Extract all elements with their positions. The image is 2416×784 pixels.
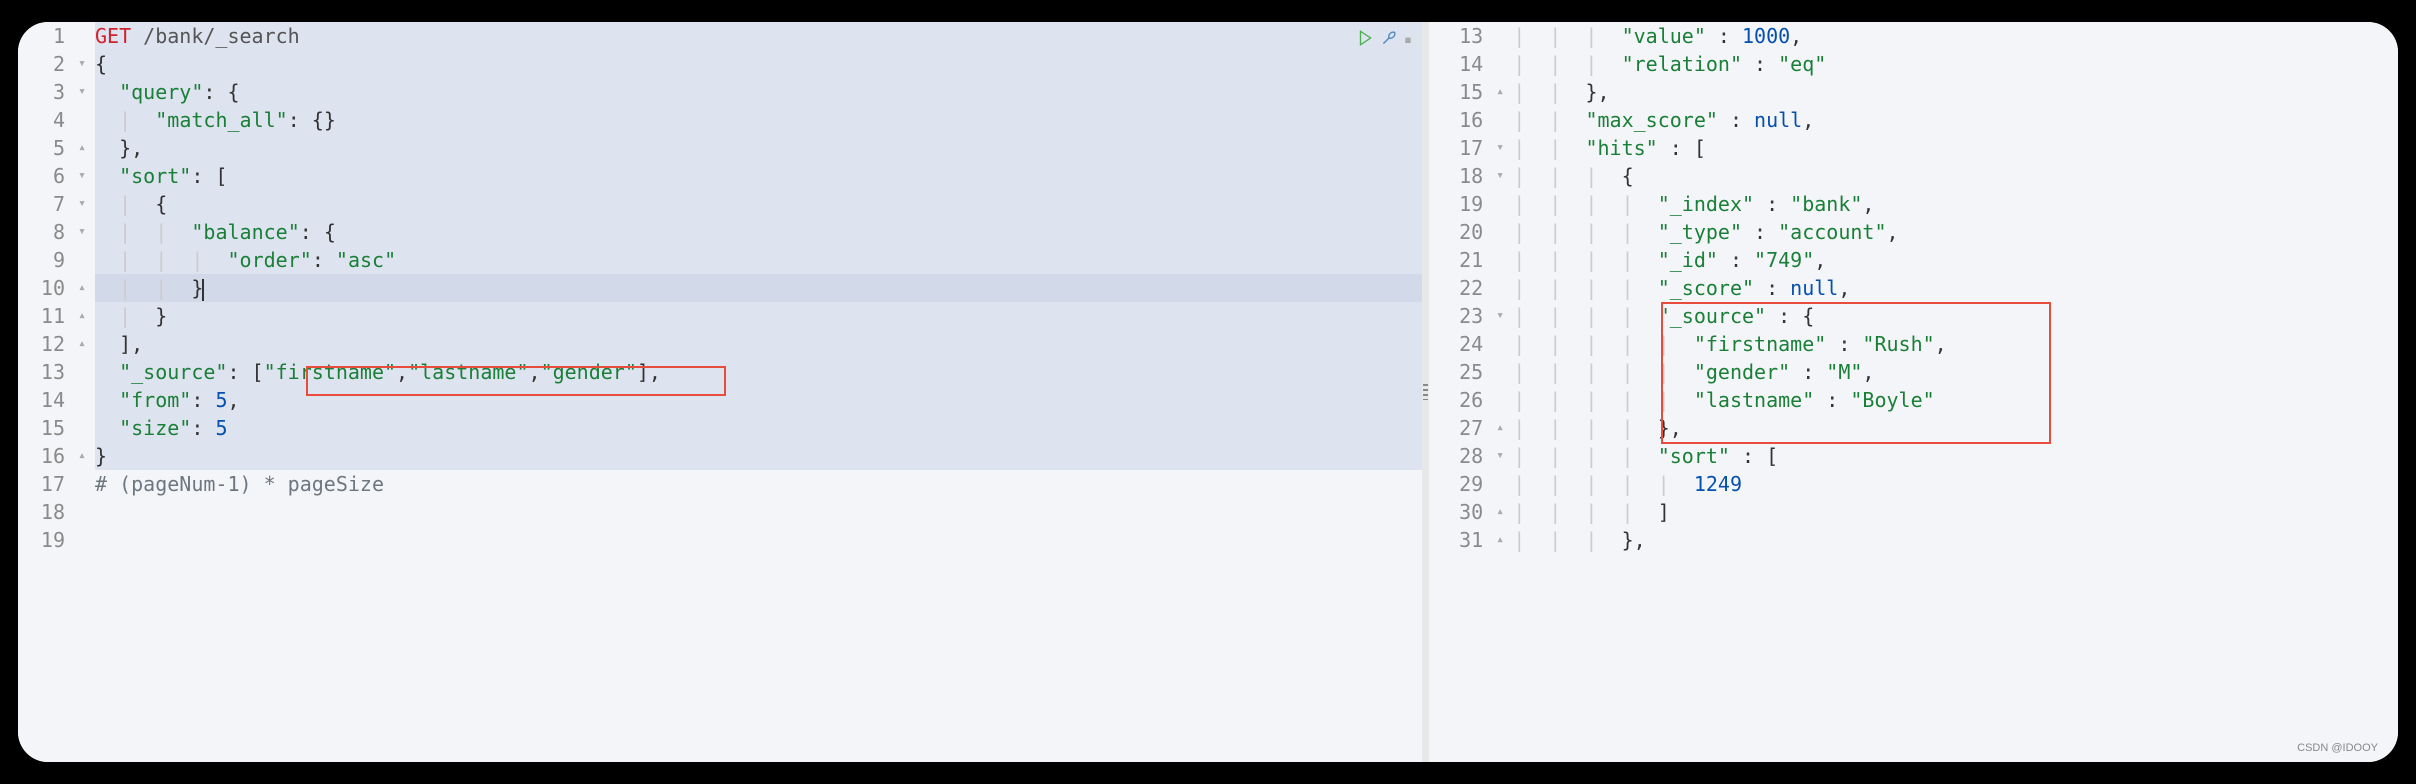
code-line[interactable]: | | | | "sort" : [ [1513, 442, 2398, 470]
code-line[interactable]: | | | }, [1513, 526, 2398, 554]
action-toolbar: ▪ [1356, 28, 1412, 52]
editor-container: 1 2 3 4 5 6 7 8 9 10 11 12 13 14 15 16 1… [18, 22, 2398, 762]
response-code[interactable]: | | | "value" : 1000, | | | "relation" :… [1509, 22, 2398, 762]
response-pane: 13 14 15 16 17 18 19 20 21 22 23 24 25 2… [1429, 22, 2398, 762]
line-gutter-right: 13 14 15 16 17 18 19 20 21 22 23 24 25 2… [1429, 22, 1491, 762]
code-line[interactable]: | | "balance": { [95, 218, 1422, 246]
code-line[interactable]: ], [95, 330, 1422, 358]
code-line[interactable]: "_source": ["firstname","lastname","gend… [95, 358, 1422, 386]
code-line[interactable]: | | | | "_source" : { [1513, 302, 2398, 330]
fold-column-right[interactable]: ▴ ▾ ▾ ▾ ▴ ▾ ▴ ▴ [1491, 22, 1509, 762]
code-line-active[interactable]: | | } [95, 274, 1422, 302]
code-line[interactable]: | | | | ] [1513, 498, 2398, 526]
code-line[interactable]: | | "hits" : [ [1513, 134, 2398, 162]
code-line[interactable]: | | | | }, [1513, 414, 2398, 442]
code-line[interactable]: | | | | "_score" : null, [1513, 274, 2398, 302]
run-icon[interactable] [1356, 28, 1374, 52]
code-line[interactable]: | | | | | "gender" : "M", [1513, 358, 2398, 386]
code-line[interactable]: | | }, [1513, 78, 2398, 106]
request-code[interactable]: ▪ GET /bank/_search { "query": { | "matc… [91, 22, 1422, 762]
code-line[interactable]: | | | "relation" : "eq" [1513, 50, 2398, 78]
code-line[interactable] [95, 498, 1422, 526]
wrench-icon[interactable] [1380, 28, 1398, 52]
code-line[interactable]: | { [95, 190, 1422, 218]
code-line[interactable]: "size": 5 [95, 414, 1422, 442]
fold-column-left[interactable]: ▾ ▾ ▴ ▾ ▾ ▾ ▴ ▴ ▴ ▴ [73, 22, 91, 762]
code-line[interactable]: | | | "order": "asc" [95, 246, 1422, 274]
code-line[interactable]: GET /bank/_search [95, 22, 1422, 50]
code-line[interactable]: | } [95, 302, 1422, 330]
code-line[interactable]: | | | | | "lastname" : "Boyle" [1513, 386, 2398, 414]
code-line[interactable]: | | | | | 1249 [1513, 470, 2398, 498]
code-line[interactable]: "sort": [ [95, 162, 1422, 190]
code-line[interactable]: | | | | | "firstname" : "Rush", [1513, 330, 2398, 358]
pane-splitter[interactable] [1422, 22, 1429, 762]
code-line[interactable]: }, [95, 134, 1422, 162]
code-line[interactable]: | | | "value" : 1000, [1513, 22, 2398, 50]
code-line[interactable]: | | "max_score" : null, [1513, 106, 2398, 134]
code-line[interactable]: } [95, 442, 1422, 470]
watermark-label: CSDN @IDOOY [2297, 742, 2378, 754]
collapse-icon[interactable]: ▪ [1404, 32, 1412, 48]
code-line[interactable]: | | | | "_id" : "749", [1513, 246, 2398, 274]
code-line[interactable] [95, 526, 1422, 554]
request-pane: 1 2 3 4 5 6 7 8 9 10 11 12 13 14 15 16 1… [18, 22, 1422, 762]
code-line[interactable]: { [95, 50, 1422, 78]
code-line[interactable]: | | | { [1513, 162, 2398, 190]
code-line[interactable]: | | | | "_index" : "bank", [1513, 190, 2398, 218]
code-line[interactable]: "from": 5, [95, 386, 1422, 414]
line-gutter-left: 1 2 3 4 5 6 7 8 9 10 11 12 13 14 15 16 1… [18, 22, 73, 762]
code-line[interactable]: | "match_all": {} [95, 106, 1422, 134]
code-line[interactable]: "query": { [95, 78, 1422, 106]
code-line[interactable]: # (pageNum-1) * pageSize [95, 470, 1422, 498]
code-line[interactable]: | | | | "_type" : "account", [1513, 218, 2398, 246]
